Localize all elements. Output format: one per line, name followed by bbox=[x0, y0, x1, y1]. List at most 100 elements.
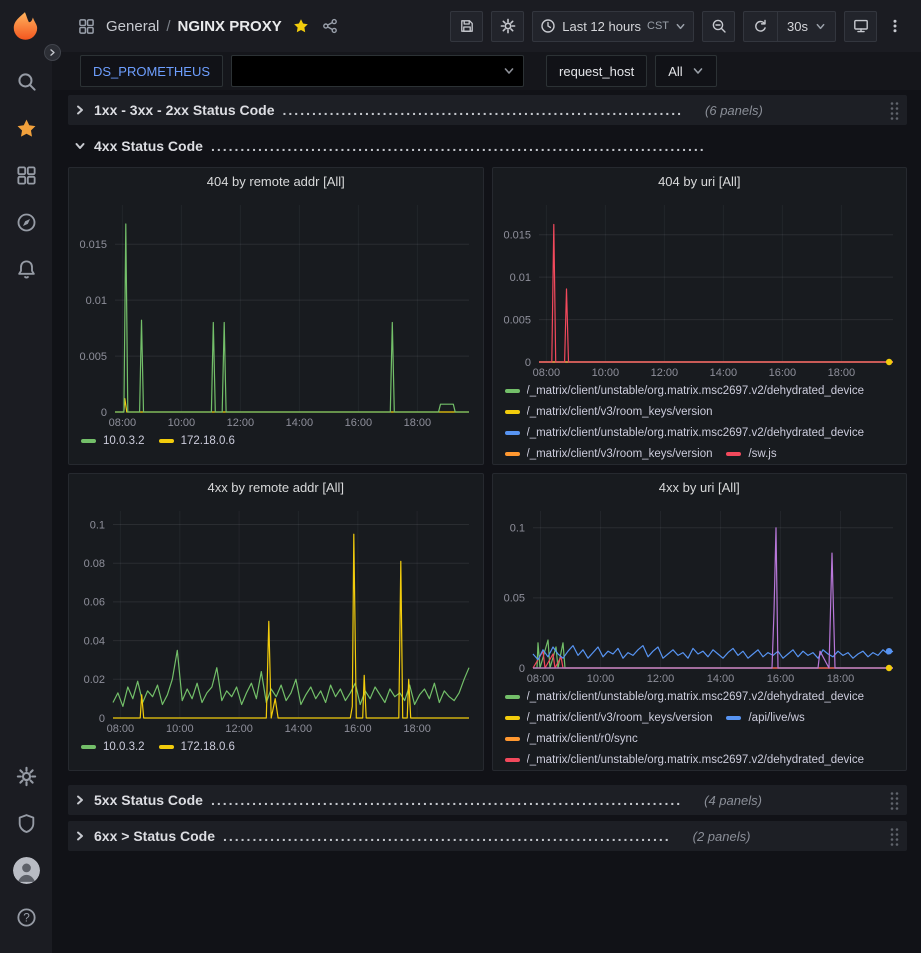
panel-404-by-uri: 404 by uri [All] 00.0050.010.01508:0010:… bbox=[492, 167, 908, 465]
legend-item[interactable]: /_matrix/client/r0/sync bbox=[505, 728, 638, 749]
save-icon bbox=[459, 18, 475, 34]
series-color-marker bbox=[81, 439, 96, 443]
row-title: 6xx > Status Code bbox=[94, 828, 215, 844]
panel-legend: /_matrix/client/unstable/org.matrix.msc2… bbox=[493, 686, 907, 770]
datasource-variable-select[interactable] bbox=[231, 55, 524, 87]
legend-label: /_matrix/client/v3/room_keys/version bbox=[527, 448, 713, 460]
dashboards-grid-icon bbox=[16, 165, 37, 186]
zoom-out-icon bbox=[711, 18, 727, 34]
dashboard-settings-button[interactable] bbox=[491, 11, 524, 42]
row-title: 1xx - 3xx - 2xx Status Code bbox=[94, 102, 275, 118]
legend-label: /_matrix/client/v3/room_keys/version bbox=[527, 406, 713, 418]
svg-text:14:00: 14:00 bbox=[709, 367, 737, 379]
row-6xx[interactable]: 6xx > Status Code ......................… bbox=[68, 821, 907, 851]
series-color-marker bbox=[81, 745, 96, 749]
sidebar-item-alerting[interactable] bbox=[0, 246, 52, 293]
legend-item[interactable]: /api/live/ws bbox=[726, 707, 804, 728]
ellipsis-vertical-icon bbox=[887, 18, 903, 34]
save-dashboard-button[interactable] bbox=[450, 11, 483, 42]
row-drag-handle[interactable] bbox=[889, 827, 899, 846]
panel-title[interactable]: 4xx by remote addr [All] bbox=[69, 474, 483, 501]
breadcrumb-separator: / bbox=[166, 18, 170, 35]
row-drag-handle[interactable] bbox=[889, 101, 899, 120]
series-color-marker bbox=[505, 389, 520, 393]
dashboard-canvas: 1xx - 3xx - 2xx Status Code ............… bbox=[52, 90, 921, 953]
chart-area[interactable]: 00.0050.010.01508:0010:0012:0014:0016:00… bbox=[69, 195, 483, 430]
sidebar-item-search[interactable] bbox=[0, 58, 52, 105]
panel-legend: 10.0.3.2 172.18.0.6 bbox=[69, 736, 483, 770]
series-color-marker bbox=[159, 439, 174, 443]
shield-icon bbox=[16, 813, 37, 834]
sidebar-item-help[interactable]: ? bbox=[0, 894, 52, 941]
row-title: 5xx Status Code bbox=[94, 792, 203, 808]
grafana-logo[interactable] bbox=[9, 10, 43, 44]
row-title-dots: ........................................… bbox=[211, 792, 682, 808]
legend-item[interactable]: /_matrix/client/unstable/org.matrix.msc2… bbox=[505, 749, 865, 770]
chart-area[interactable]: 00.0050.010.01508:0010:0012:0014:0016:00… bbox=[493, 195, 907, 380]
svg-text:0.1: 0.1 bbox=[90, 519, 105, 531]
sidebar-item-dashboards[interactable] bbox=[0, 152, 52, 199]
legend-item[interactable]: 10.0.3.2 bbox=[81, 430, 145, 451]
chart-area[interactable]: 00.020.040.060.080.108:0010:0012:0014:00… bbox=[69, 501, 483, 736]
share-alt-icon bbox=[322, 18, 338, 34]
sidebar-item-server-admin[interactable] bbox=[0, 800, 52, 847]
legend-item[interactable]: 10.0.3.2 bbox=[81, 736, 145, 757]
breadcrumb-section[interactable]: General bbox=[106, 18, 159, 35]
share-dashboard-button[interactable] bbox=[322, 18, 338, 34]
row-drag-handle[interactable] bbox=[889, 791, 899, 810]
time-zone-label: CST bbox=[647, 20, 669, 32]
series-color-marker bbox=[505, 737, 520, 741]
navbar-kebab-menu[interactable] bbox=[885, 11, 905, 42]
refresh-interval-dropdown[interactable]: 30s bbox=[777, 12, 835, 41]
legend-item[interactable]: 172.18.0.6 bbox=[159, 736, 235, 757]
legend-item[interactable]: /_matrix/client/v3/room_keys/version bbox=[505, 443, 713, 464]
time-range-picker[interactable]: Last 12 hours CST bbox=[532, 11, 694, 42]
row-5xx[interactable]: 5xx Status Code ........................… bbox=[68, 785, 907, 815]
series-color-marker bbox=[726, 452, 741, 456]
zoom-out-time-button[interactable] bbox=[702, 11, 735, 42]
chart-canvas: 00.050.108:0010:0012:0014:0016:0018:00 bbox=[493, 501, 907, 686]
row-title-dots: ........................................… bbox=[211, 138, 706, 154]
favorite-star-button[interactable] bbox=[293, 18, 309, 34]
refresh-dashboard-button[interactable] bbox=[744, 12, 777, 41]
legend-item[interactable]: 172.18.0.6 bbox=[159, 430, 235, 451]
legend-item[interactable]: /_matrix/client/unstable/org.matrix.msc2… bbox=[505, 686, 865, 707]
panel-title[interactable]: 4xx by uri [All] bbox=[493, 474, 907, 501]
row-panel-count: (4 panels) bbox=[704, 793, 762, 808]
chart-area[interactable]: 00.050.108:0010:0012:0014:0016:0018:00 bbox=[493, 501, 907, 686]
svg-text:12:00: 12:00 bbox=[650, 367, 678, 379]
svg-text:0: 0 bbox=[518, 663, 524, 675]
legend-item[interactable]: /_matrix/client/v3/room_keys/version bbox=[505, 707, 713, 728]
sidebar-item-starred[interactable] bbox=[0, 105, 52, 152]
navbar-actions: Last 12 hours CST 30s bbox=[450, 11, 905, 42]
request-host-variable-label[interactable]: request_host bbox=[546, 55, 647, 87]
row-4xx[interactable]: 4xx Status Code ........................… bbox=[68, 131, 907, 161]
chevron-right-icon bbox=[74, 830, 86, 842]
row-1xx-3xx-2xx[interactable]: 1xx - 3xx - 2xx Status Code ............… bbox=[68, 95, 907, 125]
legend-item[interactable]: /_matrix/client/unstable/org.matrix.msc2… bbox=[505, 422, 865, 443]
breadcrumb-dashboard-title[interactable]: NGINX PROXY bbox=[178, 18, 282, 35]
legend-item[interactable]: /sw.js bbox=[726, 443, 776, 464]
star-filled-icon bbox=[293, 18, 309, 34]
sidebar-item-explore[interactable] bbox=[0, 199, 52, 246]
legend-item[interactable]: /_matrix/client/v3/room_keys/version bbox=[505, 401, 713, 422]
clock-icon bbox=[540, 18, 556, 34]
panel-title[interactable]: 404 by uri [All] bbox=[493, 168, 907, 195]
sidebar-item-profile[interactable] bbox=[0, 847, 52, 894]
svg-text:10:00: 10:00 bbox=[168, 417, 196, 429]
top-navbar: General / NGINX PROXY Last 12 hours CST bbox=[52, 0, 921, 52]
sidebar-item-settings[interactable] bbox=[0, 753, 52, 800]
panel-title[interactable]: 404 by remote addr [All] bbox=[69, 168, 483, 195]
svg-text:0.06: 0.06 bbox=[84, 597, 105, 609]
chevron-down-icon bbox=[675, 21, 686, 32]
tv-mode-button[interactable] bbox=[844, 11, 877, 42]
gear-icon bbox=[16, 766, 37, 787]
datasource-variable-label[interactable]: DS_PROMETHEUS bbox=[80, 55, 223, 87]
series-color-marker bbox=[505, 758, 520, 762]
svg-text:0.01: 0.01 bbox=[86, 295, 107, 307]
gear-icon bbox=[500, 18, 516, 34]
request-host-variable-select[interactable]: All bbox=[655, 55, 716, 87]
sidebar-expand-button[interactable] bbox=[44, 44, 61, 61]
legend-item[interactable]: /_matrix/client/unstable/org.matrix.msc2… bbox=[505, 380, 865, 401]
svg-text:0: 0 bbox=[524, 357, 530, 369]
